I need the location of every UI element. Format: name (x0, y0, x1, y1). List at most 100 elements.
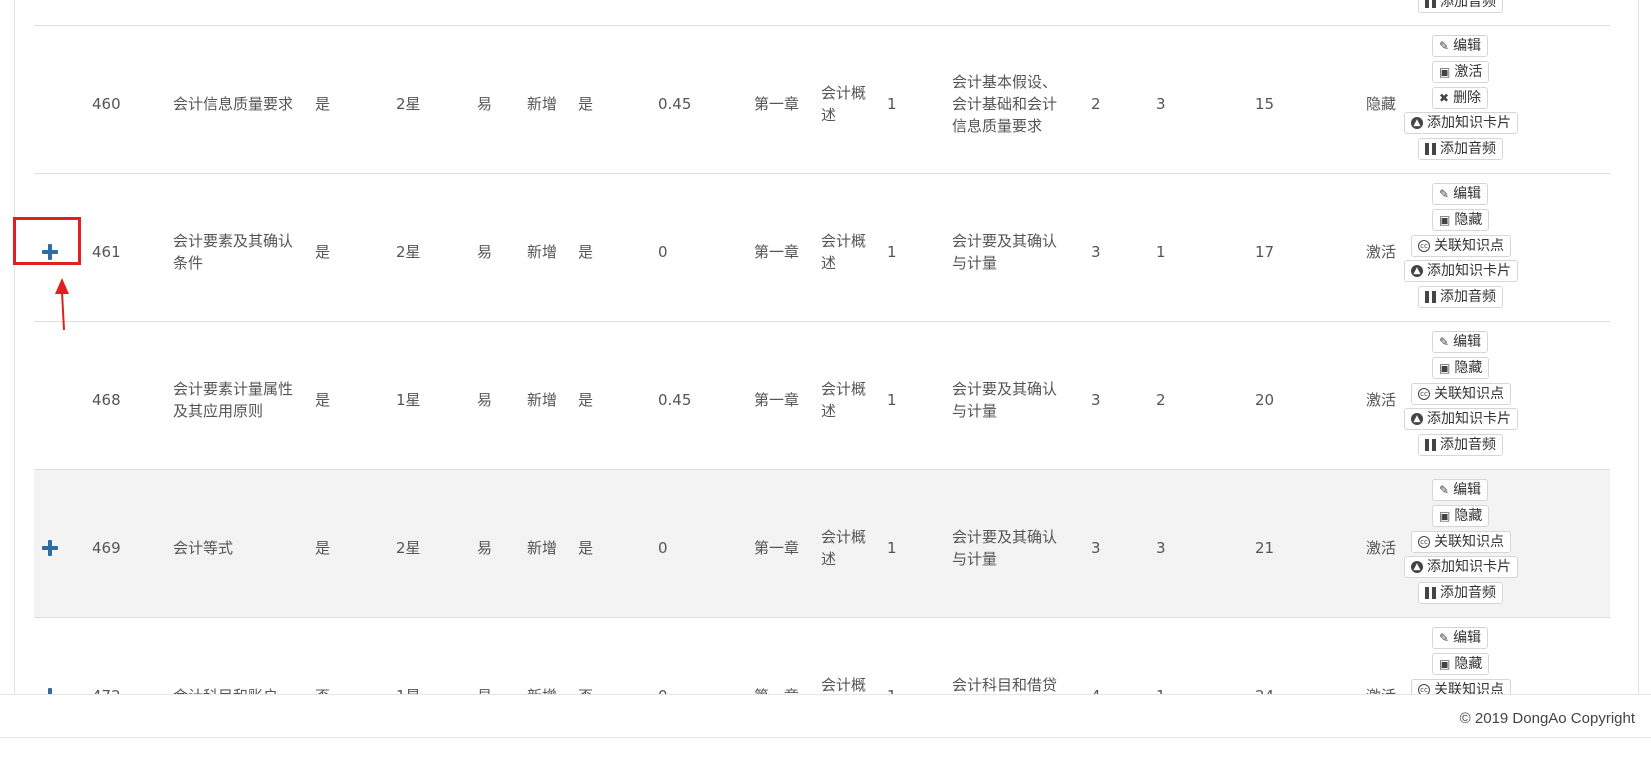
state-text: 激活 (1366, 242, 1397, 261)
annotation-highlight-box (13, 217, 81, 265)
card-icon: ▲ (1411, 117, 1423, 130)
link-knowledge-button[interactable]: cc 关联知识点 (1411, 530, 1511, 553)
button-label: 隐藏 (1454, 655, 1483, 672)
state-text: 激活 (1366, 538, 1397, 557)
row-id: 461 (92, 242, 121, 261)
score: 0 (658, 242, 668, 261)
count-cell: 2 (1091, 94, 1101, 113)
section-name: 会计概述 (821, 379, 867, 420)
edit-icon: ✎ (1439, 335, 1450, 349)
chapter: 第一章 (754, 390, 800, 409)
section-name: 会计概述 (821, 83, 867, 124)
knowledge-point: 会计要及其确认与计量 (952, 379, 1058, 420)
count-cell: 3 (1091, 390, 1101, 409)
edit-button[interactable]: ✎ 编辑 (1432, 479, 1489, 501)
link-knowledge-button[interactable]: cc 关联知识点 (1411, 382, 1511, 405)
section-order: 1 (887, 538, 897, 557)
row-id: 460 (92, 94, 121, 113)
chapter: 第一章 (754, 242, 800, 261)
table-row: 添加音频 (34, 0, 1610, 26)
hide-button[interactable]: ▣ 隐藏 (1432, 652, 1490, 675)
hide-button[interactable]: ▣ 隐藏 (1432, 208, 1490, 231)
pause-icon (1425, 0, 1436, 8)
button-label: 编辑 (1453, 334, 1482, 350)
content-frame: 添加音频 460 会计信息质量要求是 2星易新增是 0.45 第一章 会计概述 1 会计基本假… (14, 0, 1639, 730)
edit-icon: ✎ (1439, 483, 1450, 497)
edit-icon: ✎ (1439, 187, 1450, 201)
hide-button[interactable]: ▣ 隐藏 (1432, 504, 1490, 527)
score: 0 (658, 538, 668, 557)
add-knowledge-card-button[interactable]: ▲ 添加知识卡片 (1404, 408, 1518, 431)
change-type: 新增 (527, 390, 558, 409)
star-level: 2星 (396, 242, 421, 261)
link-icon: cc (1418, 239, 1430, 252)
pause-icon (1425, 587, 1436, 600)
section-name: 会计概述 (821, 231, 867, 272)
star-level: 2星 (396, 94, 421, 113)
footer-divider (0, 737, 1651, 738)
difficulty: 易 (477, 390, 493, 409)
button-label: 编辑 (1453, 482, 1482, 498)
edit-button[interactable]: ✎ 编辑 (1432, 331, 1489, 353)
card-icon: ▲ (1411, 561, 1423, 574)
link-knowledge-button[interactable]: cc 关联知识点 (1411, 234, 1511, 257)
add-knowledge-card-button[interactable]: ▲ 添加知识卡片 (1404, 556, 1518, 579)
save-icon: ▣ (1439, 64, 1451, 79)
edit-button[interactable]: ✎ 编辑 (1432, 627, 1489, 649)
link-icon: cc (1418, 387, 1430, 400)
button-label: 关联知识点 (1434, 533, 1504, 550)
add-audio-button[interactable]: 添加音频 (1418, 138, 1503, 161)
section-order: 1 (887, 242, 897, 261)
flag-cell-2: 是 (578, 538, 594, 557)
edit-button[interactable]: ✎ 编辑 (1432, 35, 1489, 57)
button-label: 隐藏 (1454, 507, 1483, 524)
button-label: 删除 (1453, 89, 1482, 106)
knowledge-point: 会计基本假设、会计基础和会计信息质量要求 (952, 72, 1058, 135)
add-audio-button[interactable]: 添加音频 (1418, 434, 1503, 457)
knowledge-name: 会计要素及其确认条件 (173, 231, 294, 272)
sequence-cell: 21 (1255, 538, 1275, 557)
expand-plus-icon[interactable] (42, 539, 58, 556)
section-order: 1 (887, 390, 897, 409)
knowledge-point: 会计要及其确认与计量 (952, 231, 1058, 272)
sequence-cell: 17 (1255, 242, 1275, 261)
button-label: 激活 (1454, 63, 1483, 80)
button-label: 添加知识卡片 (1427, 115, 1511, 132)
button-label: 添加音频 (1440, 141, 1496, 158)
delete-button[interactable]: ✖ 删除 (1432, 86, 1489, 109)
knowledge-name: 会计信息质量要求 (173, 94, 294, 113)
add-audio-button[interactable]: 添加音频 (1418, 582, 1503, 605)
add-audio-button[interactable]: 添加音频 (1418, 286, 1503, 309)
pause-icon (1425, 439, 1436, 452)
table-row: 468 会计要素计量属性及其应用原则 是 1星 易 新增 是 0.45 第一章 会计概述 1 会计要及… (34, 321, 1610, 477)
close-icon: ✖ (1439, 90, 1450, 105)
flag-cell: 是 (315, 538, 331, 557)
section-order: 1 (887, 94, 897, 113)
button-label: 添加音频 (1440, 289, 1496, 306)
button-label: 隐藏 (1454, 359, 1483, 376)
edit-icon: ✎ (1439, 631, 1450, 645)
hide-button[interactable]: ▣ 隐藏 (1432, 356, 1490, 379)
change-type: 新增 (527, 94, 558, 113)
score: 0.45 (658, 94, 692, 113)
add-knowledge-card-button[interactable]: ▲ 添加知识卡片 (1404, 260, 1518, 283)
add-audio-button[interactable]: 添加音频 (1418, 0, 1503, 13)
change-type: 新增 (527, 538, 558, 557)
pause-icon (1425, 291, 1436, 304)
order-cell: 1 (1156, 242, 1166, 261)
flag-cell-2: 是 (578, 94, 594, 113)
button-label: 关联知识点 (1434, 385, 1504, 402)
edit-button[interactable]: ✎ 编辑 (1432, 183, 1489, 205)
button-label: 编辑 (1453, 630, 1482, 646)
chapter: 第一章 (754, 538, 800, 557)
flag-cell-2: 是 (578, 390, 594, 409)
button-label: 添加知识卡片 (1427, 411, 1511, 428)
section-name: 会计概述 (821, 527, 867, 568)
link-icon: cc (1418, 535, 1430, 548)
difficulty: 易 (477, 242, 493, 261)
difficulty: 易 (477, 94, 493, 113)
card-icon: ▲ (1411, 413, 1423, 426)
activate-button[interactable]: ▣ 激活 (1432, 60, 1490, 83)
add-knowledge-card-button[interactable]: ▲ 添加知识卡片 (1404, 112, 1518, 135)
save-icon: ▣ (1439, 212, 1451, 227)
